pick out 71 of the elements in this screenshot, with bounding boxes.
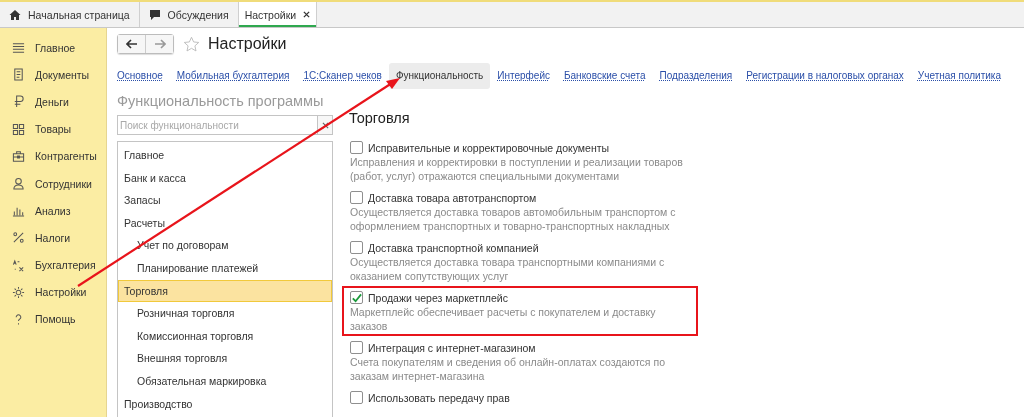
sidebar-item[interactable]: Налоги xyxy=(0,224,106,252)
option-label[interactable]: Доставка товара автотранспортом xyxy=(368,191,537,204)
grid-icon xyxy=(12,122,25,136)
form-tab[interactable]: Регистрации в налоговых органах xyxy=(739,63,911,89)
group-title: Торговля xyxy=(349,110,411,128)
sidebar-item[interactable]: Товары xyxy=(0,115,106,143)
checkbox[interactable] xyxy=(350,241,363,254)
checkbox[interactable] xyxy=(350,141,363,154)
tree-item[interactable]: Расчеты xyxy=(118,211,332,235)
back-arrow-icon xyxy=(125,39,138,49)
window-tab[interactable]: Обсуждения xyxy=(139,2,239,27)
checkbox[interactable] xyxy=(350,391,363,404)
star-icon[interactable] xyxy=(183,35,200,53)
home-icon xyxy=(9,8,21,21)
close-icon[interactable] xyxy=(303,11,311,18)
option-label[interactable]: Продажи через маркетплейс xyxy=(368,291,508,304)
percent-icon xyxy=(12,231,25,245)
form-tab[interactable]: Функциональность xyxy=(388,63,491,89)
option-description: Осуществляется доставка товаров автомобильным транспортом с оформлением транспортных и товарно-транспортных накладных xyxy=(350,206,677,233)
form-tab[interactable]: Учетная политика xyxy=(910,63,1008,89)
form-tab[interactable]: Мобильная бухгалтерия xyxy=(169,63,297,89)
page-title: Настройки xyxy=(208,35,287,53)
sidebar-item[interactable]: Главное xyxy=(0,34,106,62)
back-button[interactable] xyxy=(118,35,145,53)
checkbox[interactable] xyxy=(350,291,363,304)
option-label[interactable]: Доставка транспортной компанией xyxy=(368,241,539,254)
gear-icon xyxy=(12,285,25,299)
checkbox[interactable] xyxy=(350,341,363,354)
form-tab[interactable]: Банковские счета xyxy=(557,63,653,89)
form-tab[interactable]: Основное xyxy=(117,63,170,89)
tree-item[interactable]: Торговля xyxy=(118,279,332,303)
option-description: Осуществляется доставка товара транспортными компаниями с оказанием сопутствующих услуг xyxy=(350,256,666,283)
sidebar-item[interactable]: Настройки xyxy=(0,278,106,306)
window-tab[interactable]: Начальная страница xyxy=(0,2,140,27)
tree-item[interactable]: Комиссионная торговля xyxy=(118,324,332,348)
sidebar-item[interactable]: Контрагенты xyxy=(0,142,106,170)
form-tab[interactable]: 1С:Сканер чеков xyxy=(296,63,389,89)
option-description: Исправления и корректировки в поступлении и реализации товаров (работ, услуг) отражаются специальными документами xyxy=(350,156,684,183)
tree-item[interactable]: Обязательная маркировка xyxy=(118,369,332,393)
ruble-icon xyxy=(12,95,25,109)
tree-item[interactable]: Внешняя торговля xyxy=(118,347,332,370)
search-field[interactable]: Поиск функциональности xyxy=(117,115,318,135)
chat-icon xyxy=(148,8,161,21)
sidebar-item[interactable]: Сотрудники xyxy=(0,169,106,198)
option-description: Маркетплейс обеспечивает расчеты с покупателем и доставку заказов xyxy=(350,306,657,333)
window-tab[interactable]: Настройки xyxy=(238,2,318,27)
tree-item[interactable]: Производство xyxy=(118,392,332,416)
sidebar-item[interactable]: Деньги xyxy=(0,88,106,116)
person-icon xyxy=(12,177,25,191)
form-tab[interactable]: Подразделения xyxy=(652,63,740,89)
tree-item[interactable]: Главное xyxy=(118,144,332,167)
sidebar-item[interactable]: Бухгалтерия xyxy=(0,251,106,279)
option-label[interactable]: Интеграция с интернет-магазином xyxy=(368,341,536,354)
option-label[interactable]: Использовать передачу прав xyxy=(368,391,510,404)
option-description: Счета покупателям и сведения об онлайн-оплатах создаются по заказам интернет-магазина xyxy=(350,356,666,383)
checkbox[interactable] xyxy=(350,191,363,204)
sidebar-item[interactable]: Помощь xyxy=(0,305,106,334)
menu-icon xyxy=(12,41,25,55)
tree-item[interactable]: Запасы xyxy=(118,189,332,212)
section-title: Функциональность программы xyxy=(117,93,325,111)
tree-item[interactable]: Розничная торговля xyxy=(118,302,332,325)
tree-item[interactable]: Банк и касса xyxy=(118,166,332,190)
sidebar-item[interactable]: Документы xyxy=(0,61,106,89)
briefcase-icon xyxy=(12,149,25,163)
sidebar-item[interactable]: Анализ xyxy=(0,197,106,225)
document-icon xyxy=(12,68,25,82)
option-label[interactable]: Исправительные и корректировочные документы xyxy=(368,141,610,154)
clear-icon xyxy=(321,121,329,129)
tree-item[interactable]: Планирование платежей xyxy=(118,256,332,280)
form-tab[interactable]: Интерфейс xyxy=(490,63,557,89)
forward-arrow-icon xyxy=(153,39,166,49)
